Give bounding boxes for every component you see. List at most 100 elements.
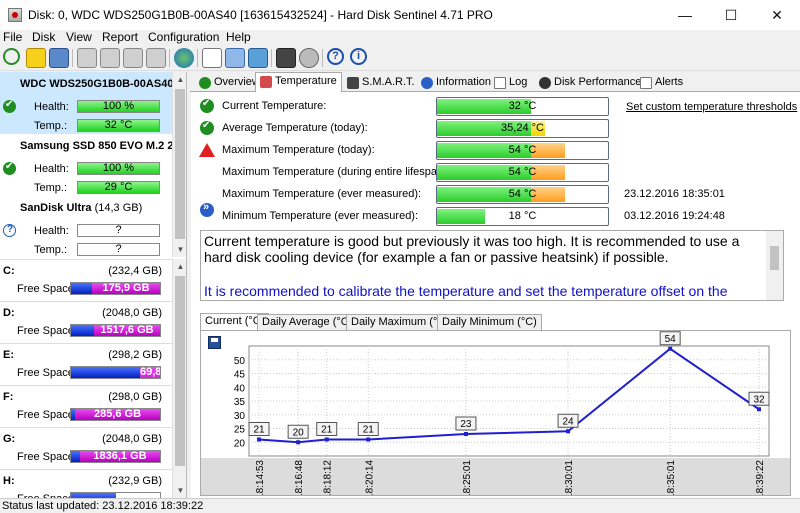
temperature-message: Current temperature is good but previous… <box>200 230 784 301</box>
menu-view[interactable]: View <box>66 30 92 44</box>
temp-label: Temp.: <box>34 244 68 256</box>
disk-repair-icon[interactable] <box>123 48 143 68</box>
temperature-row: Average Temperature (today): 35,24 °C <box>191 117 800 139</box>
free-space-label: Free Space <box>17 283 74 295</box>
close-button[interactable]: ✕ <box>754 0 800 30</box>
disk-list-scrollbar[interactable]: ▲ ▼ <box>172 72 186 257</box>
volume-item[interactable]: E: (298,2 GB) Free Space 69,8 GB <box>0 343 172 385</box>
chart-tab-daily-minimum[interactable]: Daily Minimum (°C) <box>437 314 542 331</box>
temperature-value: 35,24 °C <box>501 122 544 134</box>
temperature-bar: 32 °C <box>436 97 609 116</box>
refresh-icon[interactable] <box>3 48 20 65</box>
tab-log[interactable]: Log <box>490 74 527 92</box>
scroll-thumb[interactable] <box>175 89 185 239</box>
used-space-fill <box>71 283 92 294</box>
temperature-date: 03.12.2016 19:24:48 <box>624 210 725 222</box>
gear-icon[interactable] <box>299 48 319 68</box>
help-icon[interactable]: ? <box>327 48 344 65</box>
volume-item[interactable]: F: (298,0 GB) Free Space 285,6 GB <box>0 385 172 427</box>
used-space-fill <box>71 325 94 336</box>
menu-help[interactable]: Help <box>226 30 251 44</box>
warning-icon[interactable] <box>26 48 46 68</box>
set-thresholds-link[interactable]: Set custom temperature thresholds <box>626 101 797 113</box>
scroll-thumb[interactable] <box>175 276 185 466</box>
info-icon[interactable]: i <box>350 48 367 65</box>
disk-surface-icon[interactable] <box>100 48 120 68</box>
disk-name: Samsung SSD 850 EVO M.2 25 <box>20 140 180 152</box>
tab-overview[interactable]: Overview <box>195 74 260 92</box>
x-tick-label: 18:16:48 <box>294 460 305 495</box>
temperature-value: 54 °C <box>508 188 537 200</box>
network-icon[interactable] <box>248 48 268 68</box>
volume-size: (232,9 GB) <box>108 475 162 487</box>
message-scrollbar[interactable] <box>766 231 783 300</box>
x-tick-label: 18:35:01 <box>666 460 677 495</box>
menu-configuration[interactable]: Configuration <box>148 30 219 44</box>
disk-item-sandisk[interactable]: SanDisk Ultra (14,3 GB) Health: ? Temp.:… <box>0 196 172 258</box>
y-tick-label: 45 <box>234 370 246 381</box>
toolbar-separator <box>271 49 272 67</box>
health-value: 100 % <box>77 162 160 175</box>
tab-smart[interactable]: S.M.A.R.T. <box>343 74 415 92</box>
alerts-icon <box>640 77 652 89</box>
volume-item[interactable]: H:(232,9 GB)Free Space <box>0 469 172 498</box>
volume-item[interactable]: C: (232,4 GB) Free Space 175,9 GB <box>0 259 172 301</box>
volume-list-scrollbar[interactable]: ▲ ▼ <box>172 259 186 498</box>
monitor-icon[interactable] <box>276 48 296 68</box>
disk-item-wdc[interactable]: WDC WDS250G1B0B-00AS40 Health: 100 % Tem… <box>0 72 173 134</box>
window-title: Disk: 0, WDC WDS250G1B0B-00AS40 [1636154… <box>28 8 493 22</box>
temperature-label: Maximum Temperature (ever measured): <box>222 188 422 200</box>
disk-settings-icon[interactable] <box>146 48 166 68</box>
app-icon <box>8 8 22 22</box>
disk-item-samsung[interactable]: Samsung SSD 850 EVO M.2 25 Health: 100 %… <box>0 134 180 196</box>
x-tick-label: 18:25:01 <box>462 460 473 495</box>
info-icon <box>421 77 433 89</box>
scroll-thumb[interactable] <box>770 246 779 270</box>
toolbar-separator <box>169 49 170 67</box>
scroll-up-icon[interactable]: ▲ <box>173 72 186 87</box>
volume-letter: G: <box>3 433 16 445</box>
scroll-up-icon[interactable]: ▲ <box>173 259 186 274</box>
scroll-down-icon[interactable]: ▼ <box>173 242 186 257</box>
temp-label: Temp.: <box>34 120 68 132</box>
used-space-fill <box>71 367 140 378</box>
volume-item[interactable]: G: (2048,0 GB) Free Space 1836,1 GB <box>0 427 172 469</box>
menu-report[interactable]: Report <box>102 30 138 44</box>
free-space-value: 1836,1 GB <box>80 451 160 462</box>
toolbar-separator <box>322 49 323 67</box>
data-label: 23 <box>460 419 472 430</box>
toolbar: ? i <box>0 45 800 71</box>
detail-tabs: Overview Temperature S.M.A.R.T. Informat… <box>190 72 800 93</box>
volume-letter: D: <box>3 307 15 319</box>
free-space-bar: 175,9 GB <box>70 282 161 295</box>
globe-icon[interactable] <box>174 48 194 68</box>
report-icon[interactable] <box>202 48 222 68</box>
disk-test-icon[interactable] <box>77 48 97 68</box>
mail-icon[interactable] <box>49 48 69 68</box>
temp-value: 29 °C <box>77 181 160 194</box>
tab-alerts[interactable]: Alerts <box>636 74 683 92</box>
volume-item[interactable]: D: (2048,0 GB) Free Space 1517,6 GB <box>0 301 172 343</box>
copy-icon[interactable] <box>225 48 245 68</box>
temperature-label: Minimum Temperature (ever measured): <box>222 210 419 222</box>
minimize-button[interactable]: — <box>662 0 708 30</box>
data-label: 32 <box>753 394 765 405</box>
tab-disk-performance[interactable]: Disk Performance <box>535 74 641 92</box>
info-icon <box>200 201 214 217</box>
menu-disk[interactable]: Disk <box>32 30 55 44</box>
temperature-row: Maximum Temperature (ever measured): 54 °… <box>191 183 800 205</box>
tab-temperature[interactable]: Temperature <box>255 72 342 93</box>
temperature-label: Average Temperature (today): <box>222 122 368 134</box>
maximize-button[interactable]: ☐ <box>708 0 754 30</box>
chart-tab-daily-average[interactable]: Daily Average (°C) <box>257 314 358 331</box>
data-label: 24 <box>562 416 574 427</box>
main-window: Disk: 0, WDC WDS250G1B0B-00AS40 [1636154… <box>0 0 800 513</box>
tab-information[interactable]: Information <box>417 74 491 92</box>
menu-file[interactable]: File <box>3 30 22 44</box>
title-bar[interactable]: Disk: 0, WDC WDS250G1B0B-00AS40 [1636154… <box>0 0 800 30</box>
data-label: 20 <box>293 427 305 438</box>
data-point <box>257 437 261 442</box>
data-point <box>757 407 761 412</box>
scroll-down-icon[interactable]: ▼ <box>173 483 186 498</box>
warning-icon <box>199 143 215 157</box>
